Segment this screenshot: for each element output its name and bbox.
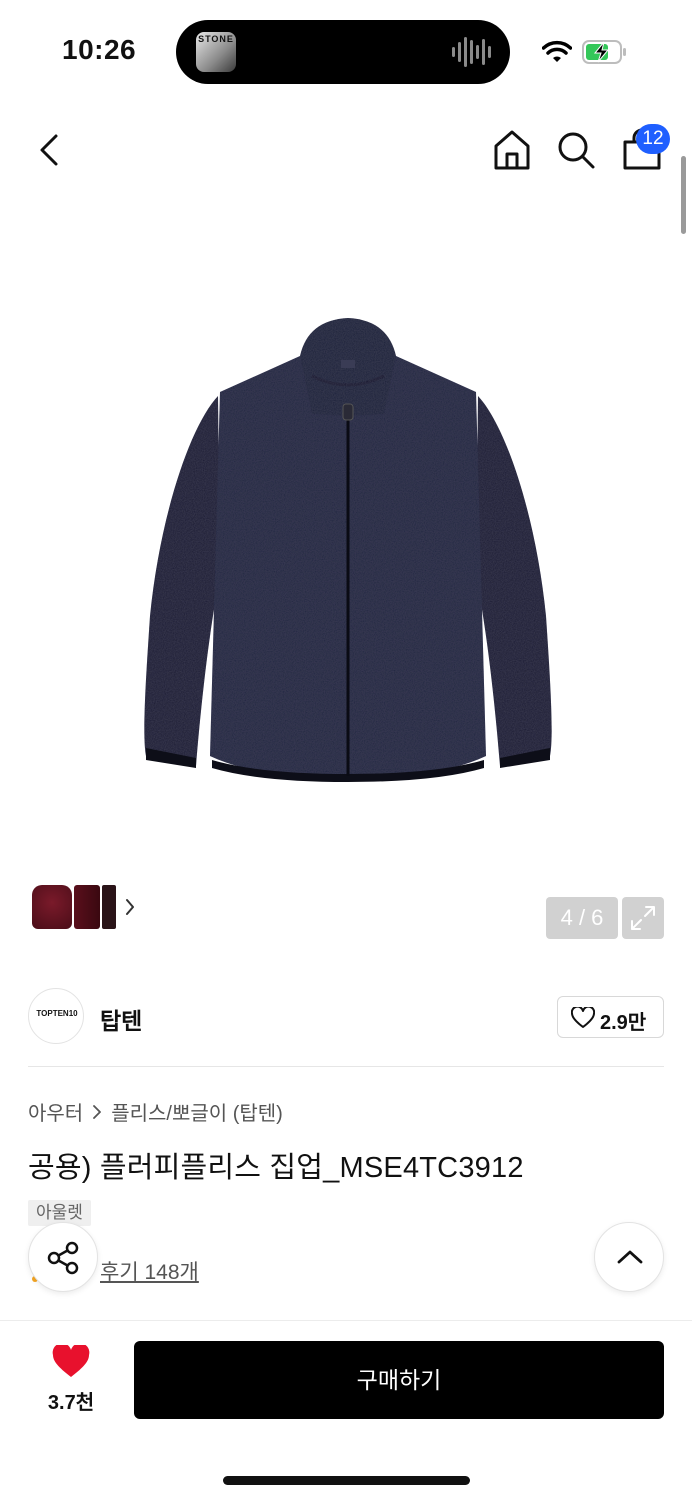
share-icon bbox=[47, 1241, 79, 1275]
home-icon[interactable] bbox=[492, 128, 532, 172]
breadcrumb: 아우터 플리스/뽀글이 (탑텐) bbox=[28, 1097, 283, 1126]
review-link[interactable]: 후기 148개 bbox=[100, 1256, 199, 1286]
search-icon[interactable] bbox=[556, 130, 596, 170]
share-button[interactable] bbox=[28, 1222, 98, 1292]
image-page-counter: 4 / 6 bbox=[546, 897, 618, 939]
color-thumbnails[interactable] bbox=[28, 879, 145, 939]
audio-waveform-icon bbox=[452, 37, 492, 67]
brand-name[interactable]: 탑텐 bbox=[100, 1002, 142, 1036]
status-bar: 10:26 STONE bbox=[0, 0, 692, 100]
home-indicator[interactable] bbox=[223, 1476, 470, 1485]
expand-icon bbox=[631, 906, 655, 930]
cart-count-badge: 12 bbox=[636, 124, 670, 154]
breadcrumb-category[interactable]: 아우터 bbox=[28, 1097, 83, 1126]
artwork-text: STONE bbox=[198, 34, 234, 44]
brand-logo-text: TOPTEN10 bbox=[36, 1009, 78, 1018]
scroll-indicator bbox=[681, 156, 686, 234]
breadcrumb-subcategory[interactable]: 플리스/뽀글이 (탑텐) bbox=[111, 1097, 283, 1126]
scroll-to-top-button[interactable] bbox=[594, 1222, 664, 1292]
wifi-icon bbox=[542, 40, 572, 62]
heart-outline-icon bbox=[571, 1007, 595, 1028]
thumbnail-jacket-front[interactable] bbox=[32, 885, 72, 929]
chevron-right-icon bbox=[126, 899, 134, 915]
brand-logo[interactable]: TOPTEN10 bbox=[28, 988, 84, 1044]
thumbnail-jacket-back[interactable] bbox=[102, 885, 116, 929]
status-time: 10:26 bbox=[62, 34, 137, 65]
heart-filled-icon[interactable] bbox=[52, 1345, 90, 1379]
chevron-right-icon bbox=[93, 1104, 102, 1119]
now-playing-artwork: STONE bbox=[196, 32, 236, 72]
wish-count: 3.7천 bbox=[47, 1392, 95, 1414]
status-icons bbox=[542, 36, 632, 66]
buy-button[interactable]: 구매하기 bbox=[134, 1341, 664, 1419]
back-arrow-icon[interactable] bbox=[30, 130, 70, 170]
dynamic-island[interactable]: STONE bbox=[176, 20, 510, 84]
battery-charging-icon bbox=[582, 40, 626, 64]
divider bbox=[28, 1066, 664, 1067]
thumbnail-jacket-side[interactable] bbox=[74, 885, 100, 929]
product-image[interactable] bbox=[140, 316, 556, 786]
chevron-up-icon bbox=[617, 1250, 643, 1264]
expand-image-button[interactable] bbox=[622, 897, 664, 939]
product-title: 공용) 플러피플리스 집업_MSE4TC3912 bbox=[28, 1152, 524, 1184]
brand-like-count: 2.9만 bbox=[600, 1012, 647, 1034]
brand-like-button[interactable]: 2.9만 bbox=[557, 996, 664, 1038]
